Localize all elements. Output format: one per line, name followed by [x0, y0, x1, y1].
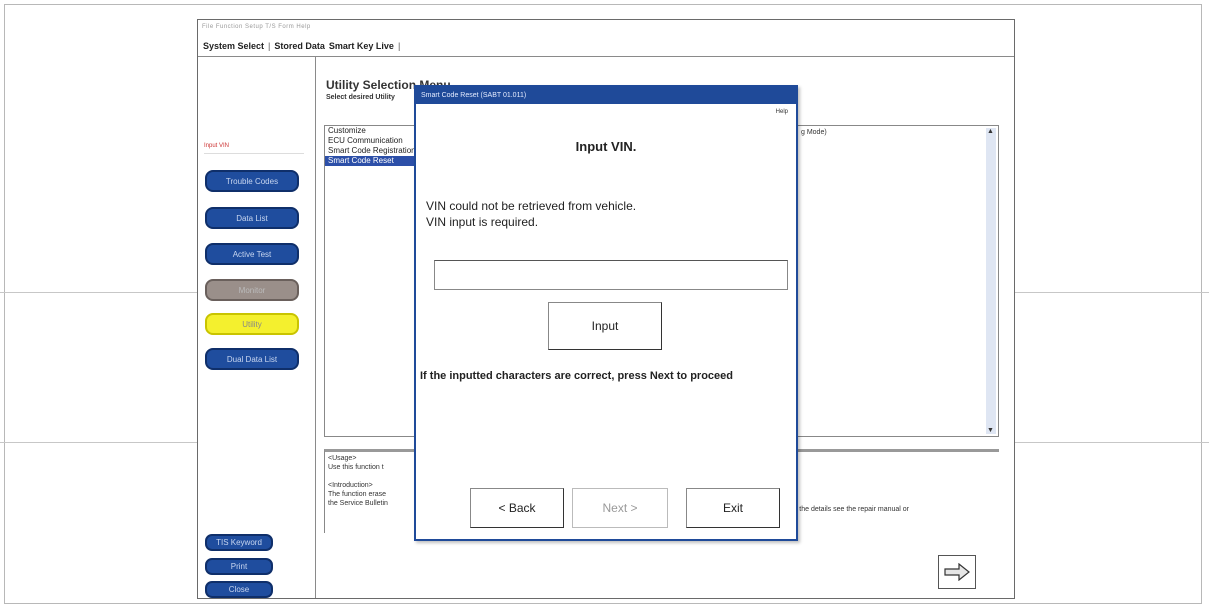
tab-separator: | [397, 41, 401, 51]
vin-input[interactable] [434, 260, 788, 290]
dialog-heading: Input VIN. [575, 139, 637, 154]
message-line: VIN input is required. [426, 215, 539, 229]
dialog-message: VIN could not be retrieved from vehicle.… [426, 198, 636, 230]
print-button[interactable]: Print [205, 558, 273, 575]
tab-bar: System Select | Stored Data Smart Key Li… [203, 41, 400, 51]
usage-partial-text: r the details see the repair manual or [795, 506, 910, 513]
menu-bar[interactable]: File Function Setup T/S Form Help [202, 24, 311, 30]
monitor-button[interactable]: Monitor [205, 279, 299, 301]
tab-stored-data[interactable]: Stored Data [274, 41, 325, 51]
tab-smart-key-live[interactable]: Smart Key Live [329, 41, 394, 51]
trouble-codes-button[interactable]: Trouble Codes [205, 170, 299, 192]
data-list-button[interactable]: Data List [205, 207, 299, 229]
tab-system-select[interactable]: System Select [203, 41, 264, 51]
sidebar-label: Input VIN [204, 143, 230, 149]
tab-separator: | [268, 41, 271, 51]
dual-data-list-button[interactable]: Dual Data List [205, 348, 299, 370]
list-item-selected[interactable]: Smart Code Reset [325, 156, 419, 166]
smart-code-reset-dialog: Smart Code Reset (SABT 01.011) Help Inpu… [414, 85, 798, 541]
right-arrow-icon [944, 563, 970, 581]
active-test-button[interactable]: Active Test [205, 243, 299, 265]
message-line: VIN could not be retrieved from vehicle. [426, 199, 637, 213]
dialog-title: Smart Code Reset (SABT 01.011) [416, 87, 796, 104]
page-subtitle: Select desired Utility [326, 94, 395, 101]
utility-button[interactable]: Utility [205, 313, 299, 335]
list-scrollbar[interactable]: ▲ ▼ [986, 128, 996, 434]
tab-divider [198, 56, 1014, 57]
list-item-partial: g Mode) [801, 129, 827, 136]
next-page-button[interactable] [938, 555, 976, 589]
sidebar-divider [204, 153, 304, 154]
help-link[interactable]: Help [776, 109, 788, 115]
tis-keyword-button[interactable]: TIS Keyword [205, 534, 273, 551]
scroll-up-icon[interactable]: ▲ [987, 128, 994, 135]
scroll-down-icon[interactable]: ▼ [987, 427, 994, 434]
proceed-instruction: If the inputted characters are correct, … [420, 370, 733, 382]
back-button[interactable]: < Back [470, 488, 564, 528]
sidebar: Input VIN Trouble Codes Data List Active… [198, 57, 316, 598]
close-button[interactable]: Close [205, 581, 273, 598]
input-button[interactable]: Input [548, 302, 662, 350]
exit-button[interactable]: Exit [686, 488, 780, 528]
next-button[interactable]: Next > [572, 488, 668, 528]
